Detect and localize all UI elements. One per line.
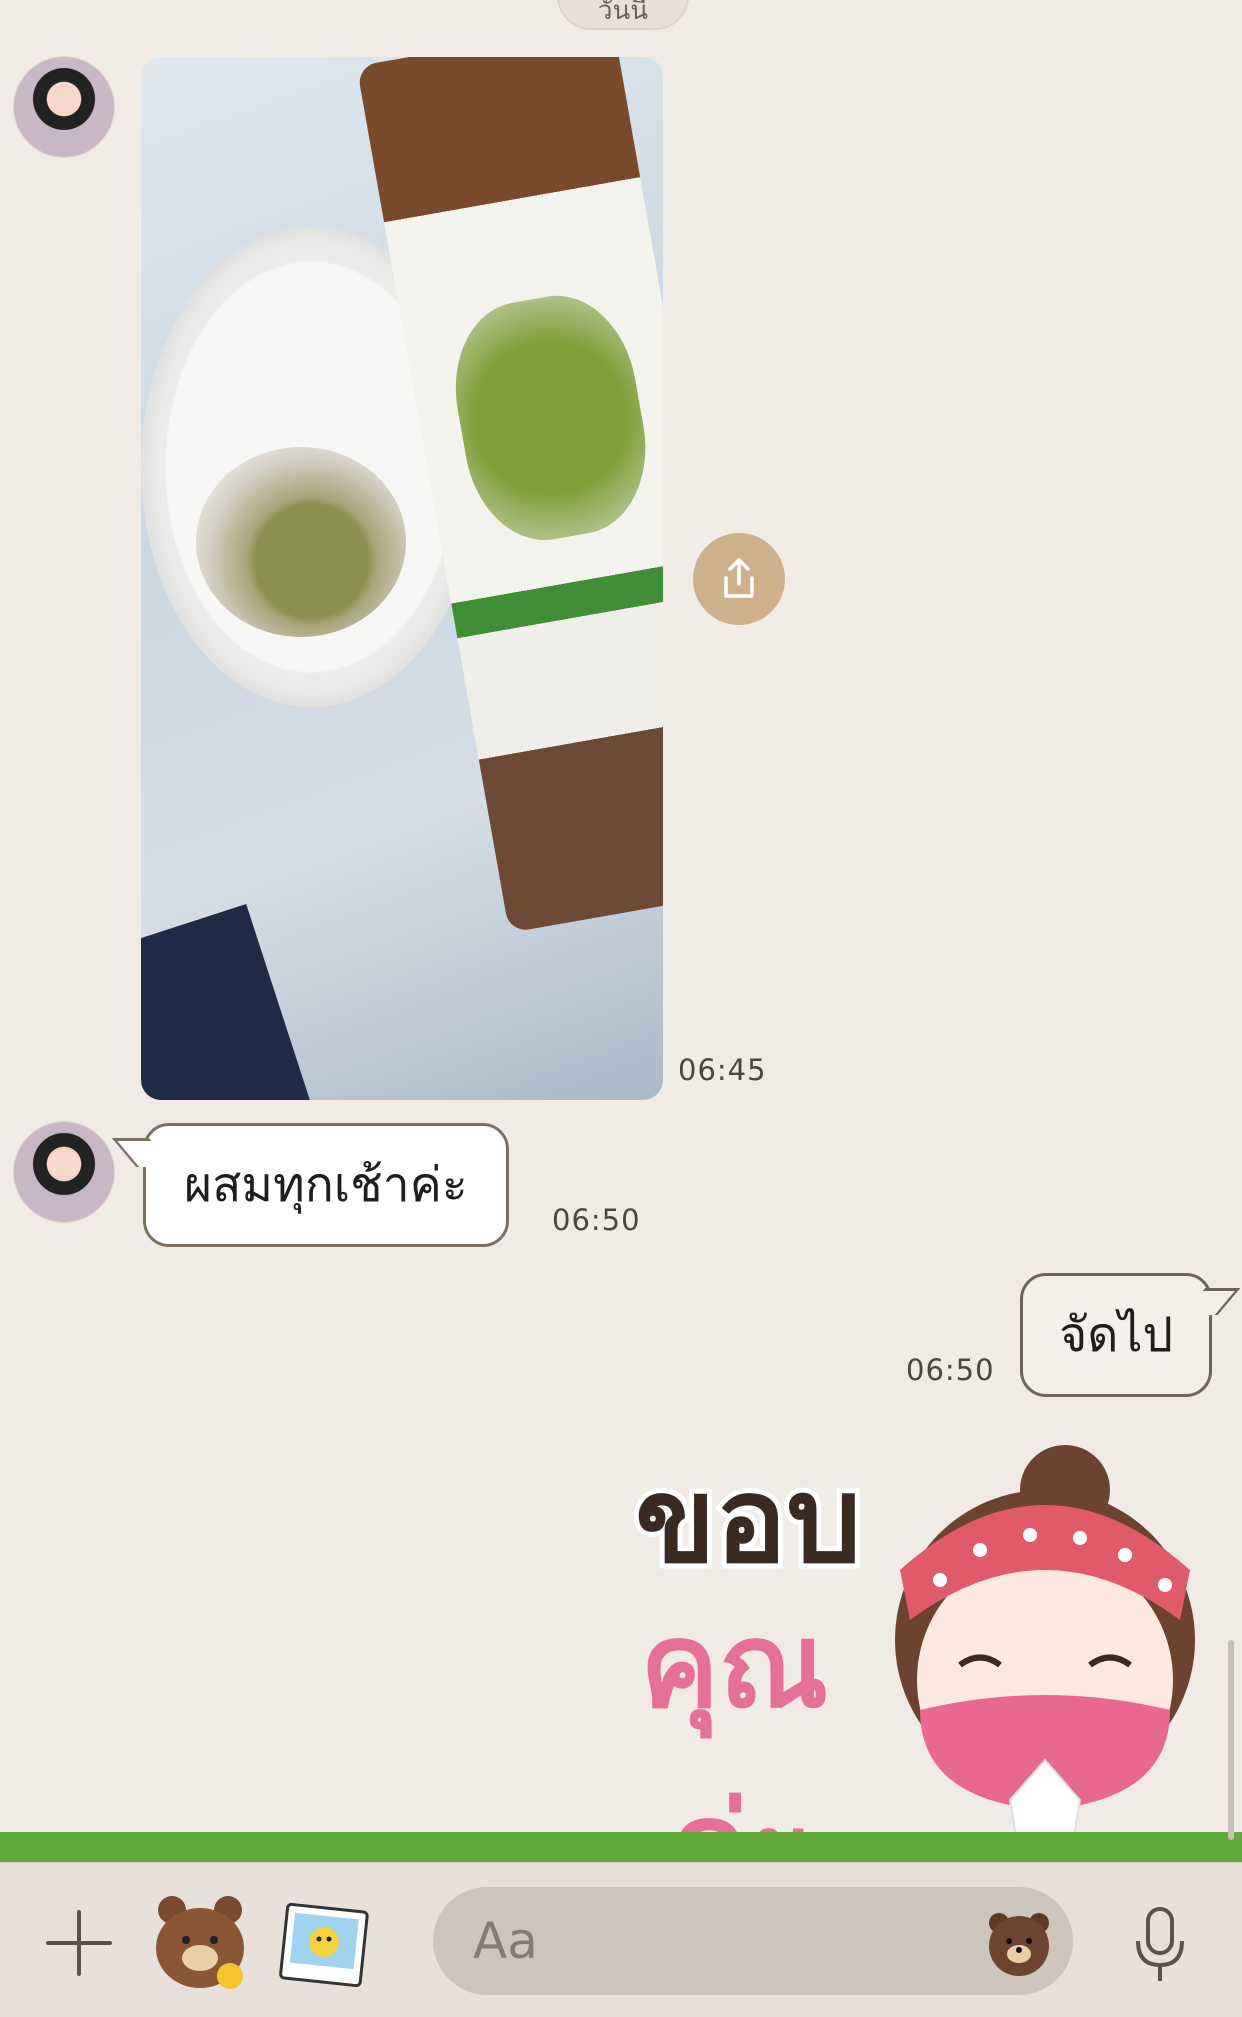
message-text: จัดไป (1059, 1307, 1173, 1363)
message-text: ผสมทุกเช้าค่ะ (184, 1157, 468, 1213)
share-icon (724, 558, 754, 598)
microphone-icon[interactable] (1130, 1905, 1190, 1985)
input-placeholder: Aa (473, 1912, 538, 1970)
photo-bottle-label (441, 284, 661, 552)
date-separator: วันนี้ (557, 0, 689, 30)
scrollbar[interactable] (1228, 1640, 1234, 1840)
sticker-girl-image[interactable] (880, 1430, 1210, 1860)
plus-icon[interactable] (44, 1908, 114, 1978)
outgoing-text-bubble[interactable]: จัดไป (1020, 1273, 1212, 1397)
message-time: 06:45 (678, 1053, 767, 1087)
sender-avatar[interactable] (14, 57, 114, 157)
sticker-ground-strip (0, 1832, 1242, 1862)
emoji-icon[interactable] (984, 1908, 1054, 1978)
sticker-text-line: คุณ (640, 1596, 829, 1734)
sticker-icon[interactable] (148, 1888, 252, 1992)
date-label: วันนี้ (597, 0, 649, 26)
message-time: 06:50 (552, 1203, 641, 1237)
incoming-text-bubble[interactable]: ผสมทุกเช้าค่ะ (143, 1123, 509, 1247)
gallery-icon[interactable] (278, 1898, 370, 1990)
photo-powder (196, 447, 406, 637)
image-message[interactable] (141, 57, 663, 1100)
message-time: 06:50 (906, 1353, 995, 1387)
sender-avatar[interactable] (14, 1122, 114, 1222)
message-input[interactable]: Aa (433, 1887, 1073, 1995)
photo-background (141, 904, 327, 1100)
share-button[interactable] (693, 533, 785, 625)
